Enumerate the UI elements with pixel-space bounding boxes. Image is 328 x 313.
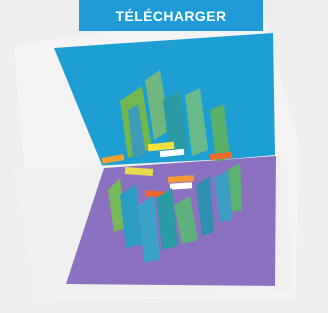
download-button[interactable]: TÉLÉCHARGER bbox=[79, 0, 263, 31]
pop-up-card-photo bbox=[0, 0, 328, 313]
